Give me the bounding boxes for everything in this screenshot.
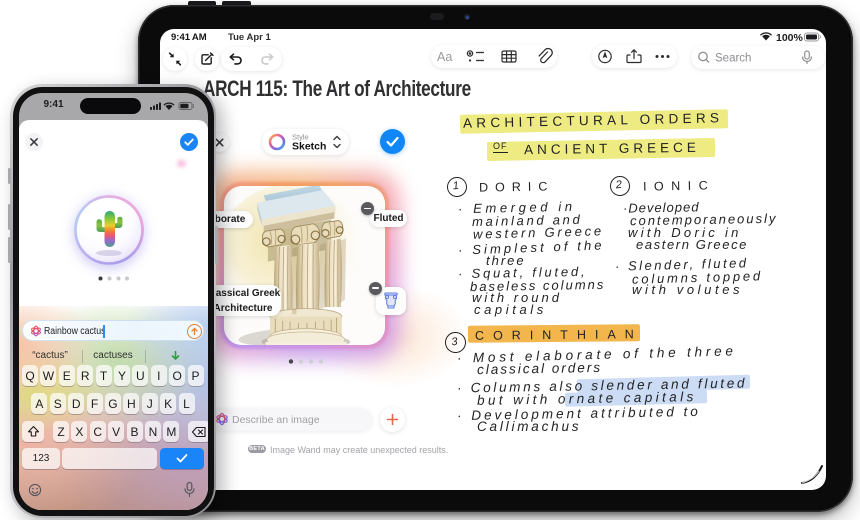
svg-text:Describe an image: Describe an image [232,414,320,426]
svg-text:Sketch: Sketch [292,141,326,153]
